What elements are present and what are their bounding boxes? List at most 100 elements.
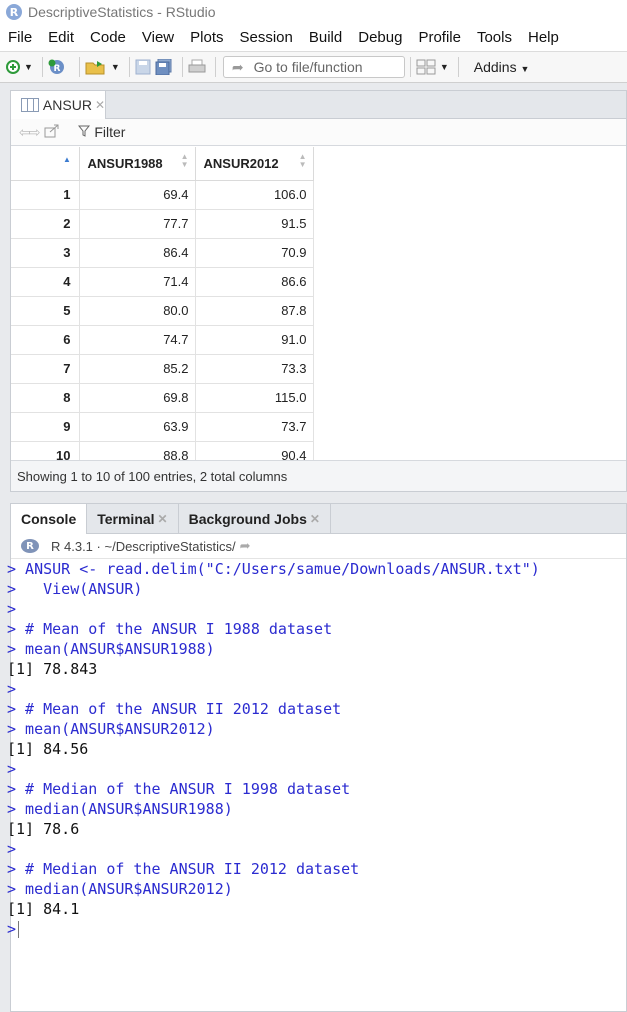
- menu-edit[interactable]: Edit: [40, 29, 82, 46]
- arrow-right-icon: ➦: [231, 58, 244, 75]
- open-file-icon[interactable]: [85, 56, 107, 78]
- tab-terminal[interactable]: Terminal ✕: [87, 504, 179, 534]
- table-cell: 90.4: [195, 441, 314, 461]
- data-table-container[interactable]: ▲ ANSUR1988 ▲ ▼ ANSUR2012 ▲ ▼ 1 69.4 106.0 2 77.…: [11, 147, 626, 461]
- save-icon[interactable]: [135, 56, 151, 78]
- save-all-icon[interactable]: [155, 56, 173, 78]
- row-index-cell: 8: [11, 383, 80, 413]
- chevron-down-icon[interactable]: ▼: [440, 56, 449, 78]
- column-header-ansur1988[interactable]: ANSUR1988 ▲ ▼: [79, 147, 196, 181]
- table-cell: 87.8: [195, 296, 314, 326]
- console-input-line: > mean(ANSUR$ANSUR2012): [7, 720, 215, 738]
- console-input-line: >: [7, 600, 17, 618]
- table-cell: 86.6: [195, 267, 314, 297]
- console-input-line: > median(ANSUR$ANSUR2012): [7, 880, 233, 898]
- window-title: DescriptiveStatistics - RStudio: [28, 4, 216, 20]
- menu-code[interactable]: Code: [82, 29, 134, 46]
- main-toolbar: ▼ R ▼ ➦ Go to file/function ▼ Addins ▼: [0, 51, 627, 83]
- menu-session[interactable]: Session: [232, 29, 301, 46]
- table-row[interactable]: 5 80.0 87.8: [11, 296, 314, 326]
- console-input-line: >: [7, 760, 17, 778]
- table-cell: 115.0: [195, 383, 314, 413]
- tab-ansur[interactable]: ANSUR ✕: [11, 91, 106, 119]
- row-index-cell: 9: [11, 412, 80, 442]
- chevron-down-icon[interactable]: ▼: [111, 56, 120, 78]
- menu-profile[interactable]: Profile: [410, 29, 469, 46]
- console-input-line: > mean(ANSUR$ANSUR1988): [7, 640, 215, 658]
- new-project-icon[interactable]: R: [48, 56, 70, 78]
- prompt-symbol: >: [7, 920, 17, 938]
- table-cell: 73.3: [195, 354, 314, 384]
- table-row[interactable]: 1 69.4 106.0: [11, 180, 314, 210]
- chevron-down-icon: ▼: [520, 64, 530, 74]
- tab-console[interactable]: Console: [11, 504, 88, 534]
- table-cell: 88.8: [79, 441, 196, 461]
- console-input-line: > ANSUR <- read.delim("C:/Users/samue/Do…: [7, 560, 540, 578]
- print-icon[interactable]: [188, 56, 206, 78]
- tab-background-jobs[interactable]: Background Jobs ✕: [179, 504, 331, 534]
- toolbar-divider: [128, 57, 130, 77]
- table-row[interactable]: 10 88.8 90.4: [11, 441, 314, 461]
- menu-debug[interactable]: Debug: [350, 29, 410, 46]
- table-cell: 71.4: [79, 267, 196, 297]
- back-forward-icon[interactable]: ⇦⇨: [19, 124, 41, 141]
- go-to-directory-icon[interactable]: ➦: [240, 538, 251, 554]
- close-icon[interactable]: ✕: [310, 512, 320, 526]
- filter-button[interactable]: Filter: [78, 124, 125, 140]
- table-cell: 77.7: [79, 209, 196, 239]
- new-file-icon[interactable]: [6, 56, 20, 78]
- table-cell: 69.4: [79, 180, 196, 210]
- row-index-cell: 2: [11, 209, 80, 239]
- toolbar-divider: [181, 57, 183, 77]
- menu-help[interactable]: Help: [520, 29, 567, 46]
- row-index-cell: 7: [11, 354, 80, 384]
- menu-file[interactable]: File: [0, 29, 40, 46]
- table-row[interactable]: 6 74.7 91.0: [11, 325, 314, 355]
- go-to-file-input[interactable]: ➦ Go to file/function: [222, 56, 405, 78]
- addins-label: Addins: [473, 59, 517, 75]
- menu-build[interactable]: Build: [301, 29, 350, 46]
- console-output[interactable]: > ANSUR <- read.delim("C:/Users/samue/Do…: [7, 559, 626, 939]
- console-path-bar: R R 4.3.1 · ~/DescriptiveStatistics/ ➦: [11, 534, 626, 559]
- table-cell: 74.7: [79, 325, 196, 355]
- table-row[interactable]: 2 77.7 91.5: [11, 209, 314, 239]
- chevron-down-icon[interactable]: ▼: [24, 56, 33, 78]
- console-prompt[interactable]: >: [7, 919, 626, 939]
- table-row[interactable]: 7 85.2 73.3: [11, 354, 314, 384]
- table-cell: 63.9: [79, 412, 196, 442]
- table-row[interactable]: 3 86.4 70.9: [11, 238, 314, 268]
- table-row[interactable]: 9 63.9 73.7: [11, 412, 314, 442]
- console-tab-strip: Console Terminal ✕ Background Jobs ✕: [11, 504, 626, 534]
- menu-plots[interactable]: Plots: [182, 29, 231, 46]
- console-input-line: > View(ANSUR): [7, 580, 143, 598]
- menu-tools[interactable]: Tools: [469, 29, 520, 46]
- addins-menu[interactable]: Addins ▼: [474, 59, 530, 75]
- rstudio-logo-icon: R: [6, 4, 22, 20]
- table-cell: 80.0: [79, 296, 196, 326]
- console-input-line: > # Median of the ANSUR II 2012 dataset: [7, 860, 360, 878]
- close-icon[interactable]: ✕: [158, 512, 168, 526]
- popout-icon[interactable]: [44, 124, 60, 141]
- table-cell: 69.8: [79, 383, 196, 413]
- working-directory[interactable]: ~/DescriptiveStatistics/: [104, 539, 235, 554]
- row-index-cell: 4: [11, 267, 80, 297]
- path-separator: ·: [92, 538, 105, 554]
- table-row[interactable]: 8 69.8 115.0: [11, 383, 314, 413]
- menu-view[interactable]: View: [134, 29, 182, 46]
- row-index-cell: 3: [11, 238, 80, 268]
- filter-label: Filter: [94, 124, 126, 140]
- r-version: R 4.3.1: [51, 538, 93, 554]
- pane-layout-icon[interactable]: [416, 56, 436, 78]
- column-header-ansur2012[interactable]: ANSUR2012 ▲ ▼: [195, 147, 314, 181]
- console-output-line: [1] 78.843: [7, 660, 98, 678]
- title-bar: R DescriptiveStatistics - RStudio: [0, 0, 627, 24]
- close-icon[interactable]: ✕: [95, 98, 105, 112]
- table-row[interactable]: 4 71.4 86.6: [11, 267, 314, 297]
- data-viewer-pane: ANSUR ✕ ⇦⇨ Filter ▲ ANSUR1988 ▲ ▼ ANSUR201…: [10, 90, 627, 492]
- table-cell: 73.7: [195, 412, 314, 442]
- console-output-line: [1] 78.6: [7, 820, 80, 838]
- row-index-header[interactable]: ▲: [11, 147, 80, 181]
- table-cell: 70.9: [195, 238, 314, 268]
- row-index-cell: 1: [11, 180, 80, 210]
- row-index-cell: 6: [11, 325, 80, 355]
